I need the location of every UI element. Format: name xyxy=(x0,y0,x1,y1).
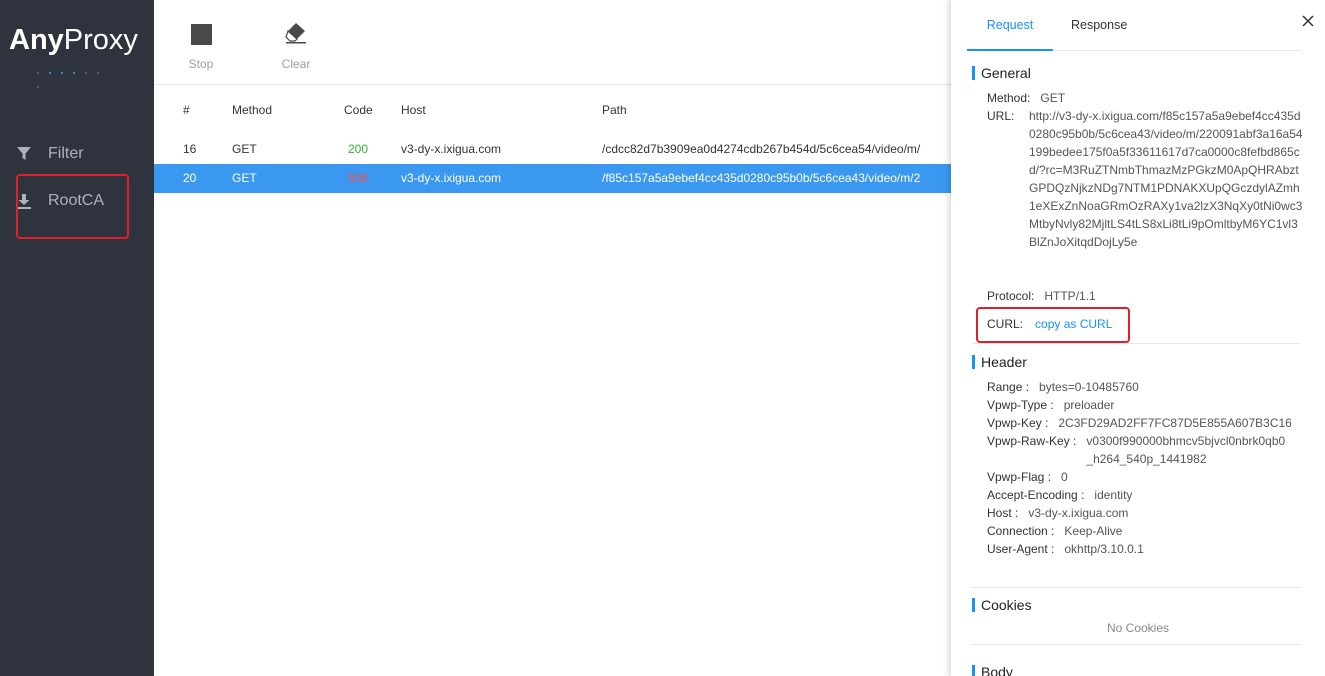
tab-response[interactable]: Response xyxy=(1071,0,1127,51)
row-path: /cdcc82d7b3909ea0d4274cdb267b454d/5c6cea… xyxy=(602,142,921,156)
header-item: Vpwp-Type : preloader xyxy=(987,398,1115,412)
method-row: Method: GET xyxy=(987,91,1066,105)
app-logo: AnyProxy xyxy=(9,24,138,56)
divider xyxy=(972,587,1300,588)
row-num: 16 xyxy=(183,142,197,156)
divider xyxy=(972,343,1300,344)
table-header: # Method Code Host Path xyxy=(154,85,951,135)
header-item: Host : v3-dy-x.ixigua.com xyxy=(987,506,1129,520)
column-header-host[interactable]: Host xyxy=(401,85,426,135)
sidebar-item-label: Filter xyxy=(48,145,84,162)
detail-panel: Request Response General Method: GET URL:… xyxy=(951,0,1325,676)
header-item: Accept-Encoding : identity xyxy=(987,488,1133,502)
row-host: v3-dy-x.ixigua.com xyxy=(401,142,502,156)
stop-button[interactable]: Stop xyxy=(171,22,231,71)
column-header-code[interactable]: Code xyxy=(344,85,373,135)
stop-icon xyxy=(190,23,212,45)
header-item: User-Agent : okhttp/3.10.0.1 xyxy=(987,542,1144,556)
column-header-path[interactable]: Path xyxy=(602,85,951,135)
sidebar-item-filter[interactable]: Filter xyxy=(16,140,84,168)
sidebar: AnyProxy Filter RootCA xyxy=(0,0,154,676)
toolbar: Stop Clear xyxy=(154,0,951,85)
section-title-general: General xyxy=(972,66,1031,80)
divider xyxy=(972,644,1300,645)
row-method: GET xyxy=(232,171,257,185)
clear-label: Clear xyxy=(281,57,311,71)
request-table: # Method Code Host Path 16 GET 200 v3-dy… xyxy=(154,85,951,193)
column-header-num[interactable]: # xyxy=(183,85,190,135)
section-title-cookies: Cookies xyxy=(972,598,1032,612)
eraser-icon xyxy=(284,22,308,47)
row-host: v3-dy-x.ixigua.com xyxy=(401,171,502,185)
tab-request[interactable]: Request xyxy=(967,0,1053,51)
table-row[interactable]: 16 GET 200 v3-dy-x.ixigua.com /cdcc82d7b… xyxy=(154,135,951,164)
section-title-body: Body xyxy=(972,665,1013,676)
highlight-box-rootca xyxy=(16,174,129,239)
clear-button[interactable]: Clear xyxy=(266,22,326,71)
row-code: 200 xyxy=(348,142,369,156)
header-item: Range : bytes=0-10485760 xyxy=(987,380,1139,394)
protocol-row: Protocol: HTTP/1.1 xyxy=(987,289,1096,303)
no-cookies-text: No Cookies xyxy=(1106,621,1170,635)
url-label: URL: xyxy=(987,109,1015,123)
row-num: 20 xyxy=(183,171,197,185)
row-method: GET xyxy=(232,142,257,156)
filter-icon xyxy=(16,146,32,162)
url-value: http://v3-dy-x.ixigua.com/f85c157a5a9ebe… xyxy=(1029,109,1303,249)
header-item: Connection : Keep-Alive xyxy=(987,524,1123,538)
row-path: /f85c157a5a9ebef4cc435d0280c95b0b/5c6cea… xyxy=(602,171,921,185)
header-item: Vpwp-Raw-Key : v0300f990000bhmcv5bjvcl0n… xyxy=(987,434,1286,466)
table-row-selected[interactable]: 20 GET 500 v3-dy-x.ixigua.com /f85c157a5… xyxy=(154,164,951,193)
header-item: Vpwp-Key : 2C3FD29AD2FF7FC87D5E855A607B3… xyxy=(987,416,1292,430)
highlight-box-curl xyxy=(976,307,1130,343)
stop-label: Stop xyxy=(188,57,214,71)
column-header-method[interactable]: Method xyxy=(232,85,272,135)
row-code: 500 xyxy=(348,171,369,185)
detail-tabs: Request Response xyxy=(967,0,1301,51)
logo-dots xyxy=(37,72,117,88)
header-list: Range : bytes=0-10485760 Vpwp-Type : pre… xyxy=(987,378,1306,558)
section-title-header: Header xyxy=(972,355,1027,369)
close-icon[interactable] xyxy=(1301,14,1317,30)
header-item: Vpwp-Flag : 0 xyxy=(987,470,1068,484)
